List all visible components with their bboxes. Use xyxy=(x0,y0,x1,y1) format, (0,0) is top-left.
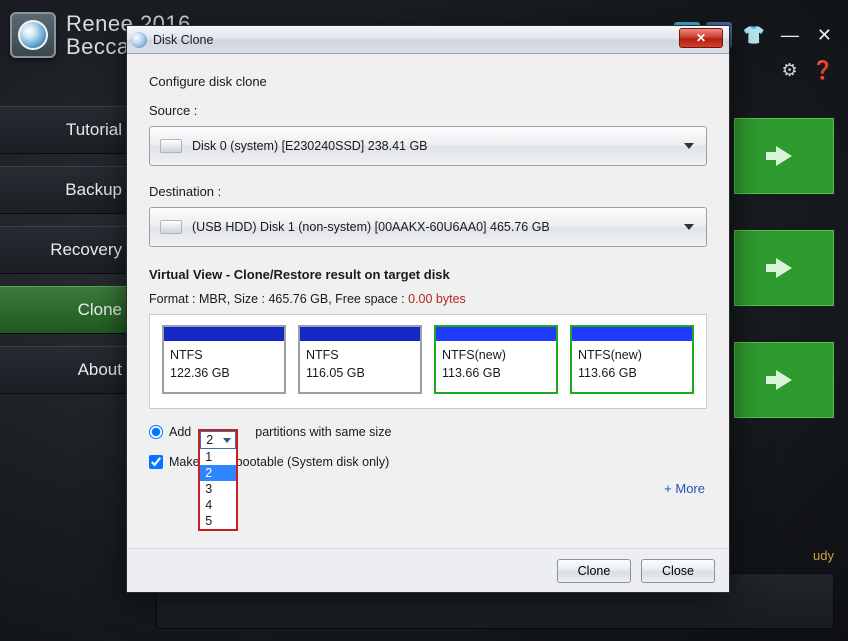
partition-fs: NTFS xyxy=(170,347,278,365)
disk-clone-dialog: Disk Clone ✕ Configure disk clone Source… xyxy=(126,25,730,593)
source-label: Source : xyxy=(149,103,711,118)
partition-block[interactable]: NTFS116.05 GB xyxy=(298,325,422,394)
sidebar-item-tutorial[interactable]: Tutorial xyxy=(0,106,144,154)
partition-size: 116.05 GB xyxy=(306,365,414,383)
dropdown-option[interactable]: 2 xyxy=(200,465,236,481)
action-card[interactable] xyxy=(734,118,834,194)
sidebar-item-label: Tutorial xyxy=(66,120,122,140)
dialog-footer: Clone Close xyxy=(127,548,729,592)
dialog-body: Configure disk clone Source : Disk 0 (sy… xyxy=(127,54,729,548)
add-prefix: Add xyxy=(169,425,191,439)
configure-label: Configure disk clone xyxy=(149,74,711,89)
skin-icon[interactable]: 👕 xyxy=(738,25,768,46)
arrow-right-icon xyxy=(776,370,792,390)
dialog-icon xyxy=(131,32,147,48)
dropdown-selected[interactable]: 2 xyxy=(200,431,236,449)
dialog-close-button[interactable]: ✕ xyxy=(679,28,723,48)
add-suffix: partitions with same size xyxy=(255,425,391,439)
sidebar-item-label: Recovery xyxy=(50,240,122,260)
free-space-value: 0.00 bytes xyxy=(408,292,466,306)
source-value: Disk 0 (system) [E230240SSD] 238.41 GB xyxy=(192,139,428,153)
app-window: Renee 2016 Becca... t f 👕 — ✕ ⚙ ❓ Tutori… xyxy=(0,0,848,641)
partition-bar xyxy=(572,327,692,341)
dropdown-option[interactable]: 5 xyxy=(200,513,236,529)
destination-value: (USB HDD) Disk 1 (non-system) [00AAKX-60… xyxy=(192,220,550,234)
sidebar-item-label: About xyxy=(78,360,122,380)
sidebar-item-recovery[interactable]: Recovery xyxy=(0,226,144,274)
arrow-right-icon xyxy=(776,146,792,166)
minimize-button[interactable]: — xyxy=(775,25,805,46)
partition-size: 113.66 GB xyxy=(578,365,686,383)
action-card[interactable] xyxy=(734,342,834,418)
partition-block[interactable]: NTFS(new)113.66 GB xyxy=(434,325,558,394)
partition-view: NTFS122.36 GBNTFS116.05 GBNTFS(new)113.6… xyxy=(149,314,707,409)
action-cards xyxy=(734,118,834,418)
chevron-down-icon xyxy=(684,143,694,149)
app-logo-icon xyxy=(10,12,56,58)
action-card[interactable] xyxy=(734,230,834,306)
sidebar-item-label: Backup xyxy=(65,180,122,200)
sidebar: Tutorial Backup Recovery Clone About xyxy=(0,106,144,406)
arrow-right-icon xyxy=(776,258,792,278)
dropdown-option[interactable]: 1 xyxy=(200,449,236,465)
partition-fs: NTFS xyxy=(306,347,414,365)
partition-fs: NTFS(new) xyxy=(442,347,550,365)
partition-block[interactable]: NTFS(new)113.66 GB xyxy=(570,325,694,394)
dialog-title: Disk Clone xyxy=(153,33,213,47)
partition-count-dropdown[interactable]: 2 1 2 3 4 5 xyxy=(198,429,238,531)
format-line: Format : MBR, Size : 465.76 GB, Free spa… xyxy=(149,292,707,306)
clone-button[interactable]: Clone xyxy=(557,559,631,583)
chevron-down-icon xyxy=(684,224,694,230)
settings-gear-icon[interactable]: ⚙ xyxy=(781,60,797,81)
destination-select[interactable]: (USB HDD) Disk 1 (non-system) [00AAKX-60… xyxy=(149,207,707,247)
help-icon[interactable]: ❓ xyxy=(812,60,834,81)
partition-block[interactable]: NTFS122.36 GB xyxy=(162,325,286,394)
disk-icon xyxy=(160,139,182,153)
add-partitions-row: Add 2 1 2 3 4 5 partitions with same siz… xyxy=(149,425,707,439)
partition-size: 122.36 GB xyxy=(170,365,278,383)
sidebar-item-about[interactable]: About xyxy=(0,346,144,394)
dropdown-option[interactable]: 4 xyxy=(200,497,236,513)
dropdown-option[interactable]: 3 xyxy=(200,481,236,497)
case-study-link[interactable]: udy xyxy=(813,548,834,563)
disk-icon xyxy=(160,220,182,234)
destination-label: Destination : xyxy=(149,184,711,199)
add-partitions-radio[interactable] xyxy=(149,425,163,439)
sidebar-item-clone[interactable]: Clone xyxy=(0,286,144,334)
partition-bar xyxy=(436,327,556,341)
app-close-button[interactable]: ✕ xyxy=(811,25,838,46)
partition-fs: NTFS(new) xyxy=(578,347,686,365)
source-select[interactable]: Disk 0 (system) [E230240SSD] 238.41 GB xyxy=(149,126,707,166)
dialog-titlebar[interactable]: Disk Clone ✕ xyxy=(127,26,729,54)
sidebar-item-backup[interactable]: Backup xyxy=(0,166,144,214)
sidebar-item-label: Clone xyxy=(78,300,122,320)
partition-bar xyxy=(164,327,284,341)
partition-bar xyxy=(300,327,420,341)
format-text: Format : MBR, Size : 465.76 GB, Free spa… xyxy=(149,292,408,306)
close-button[interactable]: Close xyxy=(641,559,715,583)
partition-size: 113.66 GB xyxy=(442,365,550,383)
bootable-checkbox[interactable] xyxy=(149,455,163,469)
virtual-view-heading: Virtual View - Clone/Restore result on t… xyxy=(149,267,707,282)
